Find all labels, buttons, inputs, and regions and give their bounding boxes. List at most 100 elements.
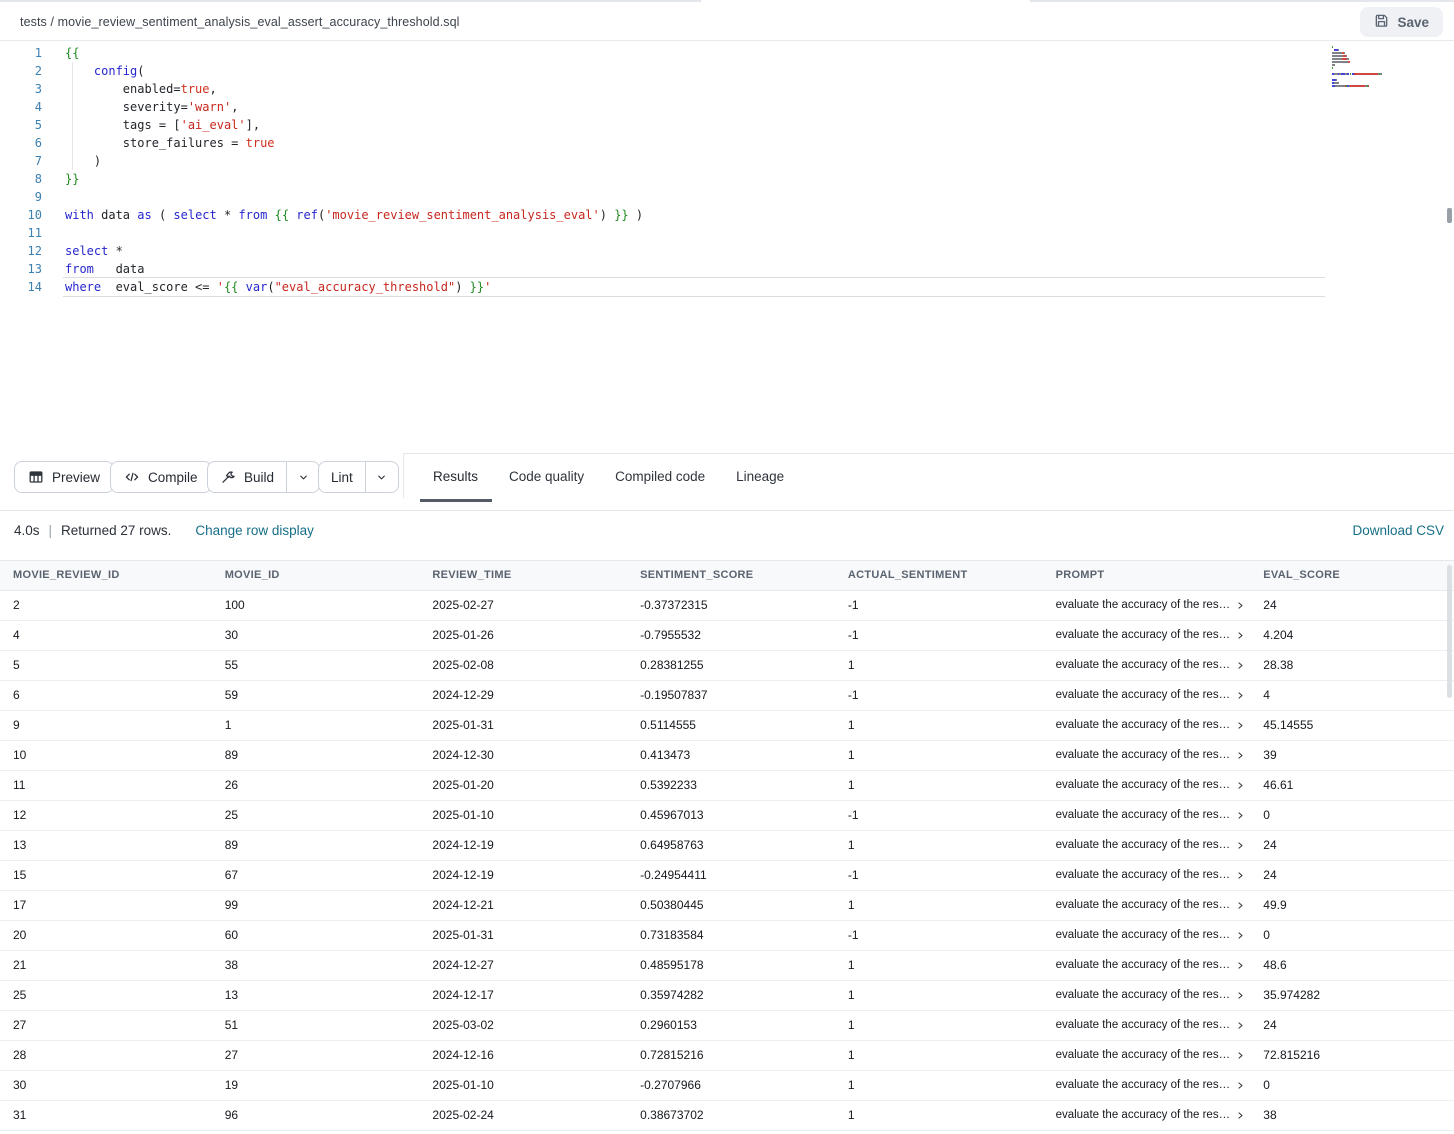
expand-chevron-icon[interactable] — [1236, 1021, 1245, 1030]
expand-chevron-icon[interactable] — [1236, 931, 1245, 940]
compile-button[interactable]: Compile — [110, 461, 212, 493]
code-line[interactable]: 2 config( — [0, 62, 1454, 80]
code-line[interactable]: 5 tags = ['ai_eval'], — [0, 116, 1454, 134]
cell-sentiment-score: 0.5392233 — [623, 771, 831, 800]
cell-movie-id: 89 — [208, 831, 416, 860]
download-csv-link[interactable]: Download CSV — [1352, 523, 1444, 538]
cell-review-time: 2024-12-16 — [415, 1041, 623, 1070]
cell-eval-score: 24 — [1246, 1011, 1454, 1040]
editor-minimap[interactable] — [1332, 46, 1442, 88]
expand-chevron-icon[interactable] — [1236, 601, 1245, 610]
code-icon — [124, 469, 140, 485]
prompt-preview-text: evaluate the accuracy of the res… — [1056, 1011, 1231, 1040]
expand-chevron-icon[interactable] — [1236, 751, 1245, 760]
code-line[interactable]: 10with data as ( select * from {{ ref('m… — [0, 206, 1454, 224]
preview-button-label: Preview — [52, 470, 100, 485]
expand-chevron-icon[interactable] — [1236, 871, 1245, 880]
lint-button[interactable]: Lint — [319, 462, 365, 492]
cell-sentiment-score: 0.64958763 — [623, 831, 831, 860]
save-button[interactable]: Save — [1360, 7, 1443, 37]
cell-movie-review-id: 21 — [0, 951, 208, 980]
cell-movie-id: 55 — [208, 651, 416, 680]
results-table-header: MOVIE_REVIEW_IDMOVIE_IDREVIEW_TIMESENTIM… — [0, 560, 1454, 591]
code-line[interactable]: 13from data — [0, 260, 1454, 278]
column-header-sentiment_score: SENTIMENT_SCORE — [623, 561, 831, 590]
cell-movie-review-id: 17 — [0, 891, 208, 920]
tab-compiled-code[interactable]: Compiled code — [615, 461, 705, 493]
table-row: 30192025-01-10-0.27079661evaluate the ac… — [0, 1071, 1454, 1101]
cell-actual-sentiment: 1 — [831, 951, 1039, 980]
expand-chevron-icon[interactable] — [1236, 781, 1245, 790]
cell-review-time: 2025-01-20 — [415, 771, 623, 800]
cell-review-time: 2025-01-10 — [415, 801, 623, 830]
lint-dropdown-toggle[interactable] — [365, 462, 398, 492]
line-number: 7 — [0, 152, 42, 170]
cell-movie-id: 100 — [208, 591, 416, 620]
cell-sentiment-score: 0.413473 — [623, 741, 831, 770]
expand-chevron-icon[interactable] — [1236, 811, 1245, 820]
cell-eval-score: 4 — [1246, 681, 1454, 710]
code-line[interactable]: 11 — [0, 224, 1454, 242]
code-line-text: ) — [65, 152, 101, 170]
tab-results[interactable]: Results — [433, 461, 478, 493]
table-row: 28272024-12-160.728152161evaluate the ac… — [0, 1041, 1454, 1071]
code-line[interactable]: 9 — [0, 188, 1454, 206]
expand-chevron-icon[interactable] — [1236, 1081, 1245, 1090]
preview-button[interactable]: Preview — [14, 461, 114, 493]
cell-movie-id: 67 — [208, 861, 416, 890]
prompt-preview-text: evaluate the accuracy of the res… — [1056, 1071, 1231, 1100]
sql-code-editor[interactable]: 1{{2 config(3 enabled=true,4 severity='w… — [0, 41, 1454, 453]
cell-review-time: 2025-01-10 — [415, 1071, 623, 1100]
table-row: 15672024-12-19-0.24954411-1evaluate the … — [0, 861, 1454, 891]
change-row-display-link[interactable]: Change row display — [195, 523, 314, 538]
build-button[interactable]: Build — [208, 462, 286, 492]
code-line-text: severity='warn', — [65, 98, 238, 116]
results-scrollbar-thumb[interactable] — [1447, 565, 1452, 698]
active-tab-underline — [420, 499, 492, 502]
code-line[interactable]: 4 severity='warn', — [0, 98, 1454, 116]
column-header-movie_id: MOVIE_ID — [208, 561, 416, 590]
results-tab-bar: Results Code quality Compiled code Lineage — [433, 461, 784, 493]
code-line[interactable]: 7 ) — [0, 152, 1454, 170]
prompt-preview-text: evaluate the accuracy of the res… — [1056, 801, 1231, 830]
cell-actual-sentiment: -1 — [831, 801, 1039, 830]
line-number: 5 — [0, 116, 42, 134]
expand-chevron-icon[interactable] — [1236, 841, 1245, 850]
cell-sentiment-score: -0.2707966 — [623, 1071, 831, 1100]
cell-eval-score: 4.204 — [1246, 621, 1454, 650]
tab-lineage[interactable]: Lineage — [736, 461, 784, 493]
code-line[interactable]: 3 enabled=true, — [0, 80, 1454, 98]
expand-chevron-icon[interactable] — [1236, 961, 1245, 970]
expand-chevron-icon[interactable] — [1236, 991, 1245, 1000]
expand-chevron-icon[interactable] — [1236, 901, 1245, 910]
cell-movie-review-id: 12 — [0, 801, 208, 830]
expand-chevron-icon[interactable] — [1236, 721, 1245, 730]
cell-review-time: 2025-02-24 — [415, 1101, 623, 1130]
prompt-preview-text: evaluate the accuracy of the res… — [1056, 1041, 1231, 1070]
code-line[interactable]: 6 store_failures = true — [0, 134, 1454, 152]
expand-chevron-icon[interactable] — [1236, 631, 1245, 640]
cell-eval-score: 45.14555 — [1246, 711, 1454, 740]
cell-prompt: evaluate the accuracy of the res… — [1039, 801, 1247, 830]
expand-chevron-icon[interactable] — [1236, 1051, 1245, 1060]
expand-chevron-icon[interactable] — [1236, 1111, 1245, 1120]
build-split-button: Build — [207, 461, 320, 493]
tab-code-quality[interactable]: Code quality — [509, 461, 584, 493]
cell-prompt: evaluate the accuracy of the res… — [1039, 981, 1247, 1010]
build-dropdown-toggle[interactable] — [286, 462, 319, 492]
hammer-icon — [220, 469, 236, 485]
cell-prompt: evaluate the accuracy of the res… — [1039, 921, 1247, 950]
code-line[interactable]: 14where eval_score <= '{{ var("eval_accu… — [0, 278, 1454, 296]
line-number: 2 — [0, 62, 42, 80]
expand-chevron-icon[interactable] — [1236, 661, 1245, 670]
line-number: 12 — [0, 242, 42, 260]
code-line[interactable]: 1{{ — [0, 44, 1454, 62]
cell-eval-score: 28.38 — [1246, 651, 1454, 680]
editor-scrollbar-thumb[interactable] — [1447, 208, 1452, 223]
prompt-preview-text: evaluate the accuracy of the res… — [1056, 651, 1231, 680]
line-number: 10 — [0, 206, 42, 224]
code-line[interactable]: 12select * — [0, 242, 1454, 260]
table-row: 17992024-12-210.503804451evaluate the ac… — [0, 891, 1454, 921]
expand-chevron-icon[interactable] — [1236, 691, 1245, 700]
code-line[interactable]: 8}} — [0, 170, 1454, 188]
